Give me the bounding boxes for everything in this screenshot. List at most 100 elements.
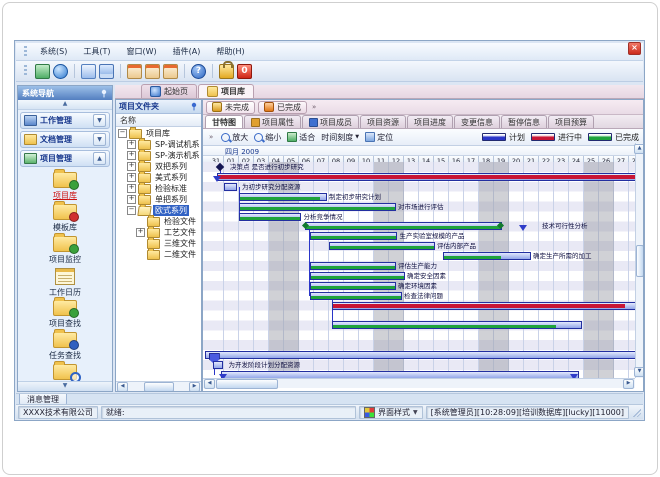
nav-group-toggle[interactable]: ▼: [93, 133, 106, 146]
scroll-right-arrow[interactable]: ▶: [189, 382, 200, 392]
toolbar-overflow-chevron[interactable]: »: [207, 133, 215, 141]
view-tab-项目预算[interactable]: 项目预算: [548, 115, 594, 128]
gantt-bar[interactable]: [310, 262, 396, 270]
filter-more-chevron[interactable]: »: [310, 103, 318, 111]
tree-expander[interactable]: +: [136, 228, 145, 237]
lock-icon[interactable]: [219, 64, 234, 79]
gantt-bar[interactable]: [213, 361, 223, 369]
nav-scroll-up[interactable]: ▲: [18, 100, 112, 110]
gantt-bar[interactable]: [310, 292, 402, 300]
gantt-bar[interactable]: [329, 242, 435, 250]
gantt-bar[interactable]: [310, 282, 396, 290]
menu-item-系统(S)[interactable]: 系统(S): [32, 44, 75, 59]
tree-expander[interactable]: −: [127, 206, 136, 215]
tree-row-项目库[interactable]: −项目库: [116, 128, 201, 139]
view-tab-项目进度[interactable]: 项目进度: [407, 115, 453, 128]
menu-item-帮助(H)[interactable]: 帮助(H): [208, 44, 252, 59]
view-tab-项目成员[interactable]: 项目成员: [302, 115, 359, 128]
view-tab-项目资源[interactable]: 项目资源: [360, 115, 406, 128]
gantt-bar[interactable]: [443, 252, 531, 260]
tree-expander[interactable]: +: [127, 162, 136, 171]
exit-icon[interactable]: 0: [237, 64, 252, 79]
scroll-thumb[interactable]: [216, 379, 278, 389]
gantt-bar[interactable]: [310, 272, 405, 280]
scroll-right-arrow[interactable]: ▶: [623, 379, 634, 389]
milestone-marker[interactable]: [519, 225, 527, 231]
gantt-vertical-scrollbar[interactable]: ▲ ▼: [635, 143, 643, 378]
milestone-marker[interactable]: [213, 176, 221, 182]
tree-column-header[interactable]: 名称: [116, 114, 201, 127]
tree-expander[interactable]: +: [127, 173, 136, 182]
tree-expander[interactable]: +: [127, 184, 136, 193]
nav-group-toggle[interactable]: ▼: [93, 114, 106, 127]
nav-group-工作管理[interactable]: 工作管理▼: [20, 112, 110, 129]
ui-style-button[interactable]: 界面样式 ▼: [359, 406, 423, 419]
nav-item-模板库[interactable]: 模板库: [20, 204, 110, 236]
tree-row-工艺文件[interactable]: +工艺文件: [116, 227, 201, 238]
filter-button-未完成[interactable]: 未完成: [206, 101, 255, 114]
tree-horizontal-scrollbar[interactable]: ◀ ▶: [116, 381, 201, 391]
gantt-tool-时间刻度[interactable]: 时间刻度 ▼: [321, 132, 359, 143]
view-tab-甘特图[interactable]: 甘特图: [205, 115, 243, 128]
nav-group-项目管理[interactable]: 项目管理▲: [20, 150, 110, 167]
gantt-bar[interactable]: [205, 351, 644, 359]
menu-item-窗口(W)[interactable]: 窗口(W): [118, 44, 164, 59]
gantt-tool-定位[interactable]: 定位: [365, 132, 393, 143]
tree-row-单把系列[interactable]: +单把系列: [116, 194, 201, 205]
gantt-tool-缩小[interactable]: 缩小: [254, 132, 281, 143]
window-grid-icon[interactable]: [99, 64, 114, 79]
nav-item-项目监控[interactable]: 项目监控: [20, 236, 110, 268]
send-mail-icon[interactable]: [127, 64, 142, 79]
scroll-thumb[interactable]: [144, 382, 174, 392]
gantt-horizontal-scrollbar[interactable]: ◀ ▶: [203, 378, 635, 388]
view-tab-变更信息[interactable]: 变更信息: [454, 115, 500, 128]
tree-expander[interactable]: −: [118, 129, 127, 138]
doc-tab-起始页[interactable]: 起始页: [141, 84, 197, 98]
tree-row-欧式系列[interactable]: −欧式系列: [116, 205, 201, 216]
tree-row-二维文件[interactable]: 二维文件: [116, 249, 201, 260]
resize-grip[interactable]: [632, 408, 641, 417]
gantt-bar[interactable]: [332, 321, 582, 329]
gantt-bar[interactable]: [305, 222, 502, 230]
gantt-bar[interactable]: [332, 302, 639, 310]
filter-button-已完成[interactable]: 已完成: [258, 101, 307, 114]
tree-expander[interactable]: +: [127, 195, 136, 204]
scroll-up-arrow[interactable]: ▲: [634, 144, 644, 154]
tree-expander[interactable]: +: [127, 140, 136, 149]
scroll-left-arrow[interactable]: ◀: [117, 382, 128, 392]
gantt-bar[interactable]: [224, 183, 237, 191]
nav-item-项目查找[interactable]: 项目查找: [20, 300, 110, 332]
nav-item-项目库[interactable]: 项目库: [20, 172, 110, 204]
nav-item-任务查找[interactable]: 任务查找: [20, 332, 110, 364]
gantt-tool-放大[interactable]: 放大: [221, 132, 248, 143]
menu-item-插件(A)[interactable]: 插件(A): [165, 44, 209, 59]
tree-row-美式系列[interactable]: +美式系列: [116, 172, 201, 183]
gantt-bar[interactable]: [217, 173, 637, 181]
pin-icon[interactable]: [190, 102, 198, 111]
view-toggle-icon[interactable]: [35, 64, 50, 79]
tree-row-双把系列[interactable]: +双把系列: [116, 161, 201, 172]
tree-row-SP-演示机系[interactable]: +SP-演示机系: [116, 150, 201, 161]
scroll-left-arrow[interactable]: ◀: [204, 379, 215, 389]
pin-icon[interactable]: [100, 89, 108, 98]
close-tab-button[interactable]: ×: [628, 42, 641, 55]
help-icon[interactable]: ?: [191, 64, 206, 79]
receive-mail-icon[interactable]: [145, 64, 160, 79]
tree-row-检验文件[interactable]: 检验文件: [116, 216, 201, 227]
gantt-bar[interactable]: [239, 203, 396, 211]
nav-item-工作日历[interactable]: 工作日历: [20, 268, 110, 300]
gantt-bar[interactable]: [310, 232, 398, 240]
gantt-bar[interactable]: [239, 193, 327, 201]
view-tab-暂停信息[interactable]: 暂停信息: [501, 115, 547, 128]
gantt-tool-适合[interactable]: 适合: [287, 132, 315, 143]
sync-mail-icon[interactable]: [163, 64, 178, 79]
internet-icon[interactable]: [53, 64, 68, 79]
tree-row-检验标准[interactable]: +检验标准: [116, 183, 201, 194]
tree-row-SP-调试机系[interactable]: +SP-调试机系: [116, 139, 201, 150]
nav-scroll-down[interactable]: ▼: [18, 381, 112, 391]
tree-expander[interactable]: +: [127, 151, 136, 160]
doc-tab-项目库[interactable]: 项目库: [198, 84, 254, 98]
open-folder-icon[interactable]: [81, 64, 96, 79]
nav-group-toggle[interactable]: ▲: [93, 152, 106, 165]
view-tab-项目属性[interactable]: 项目属性: [244, 115, 301, 128]
